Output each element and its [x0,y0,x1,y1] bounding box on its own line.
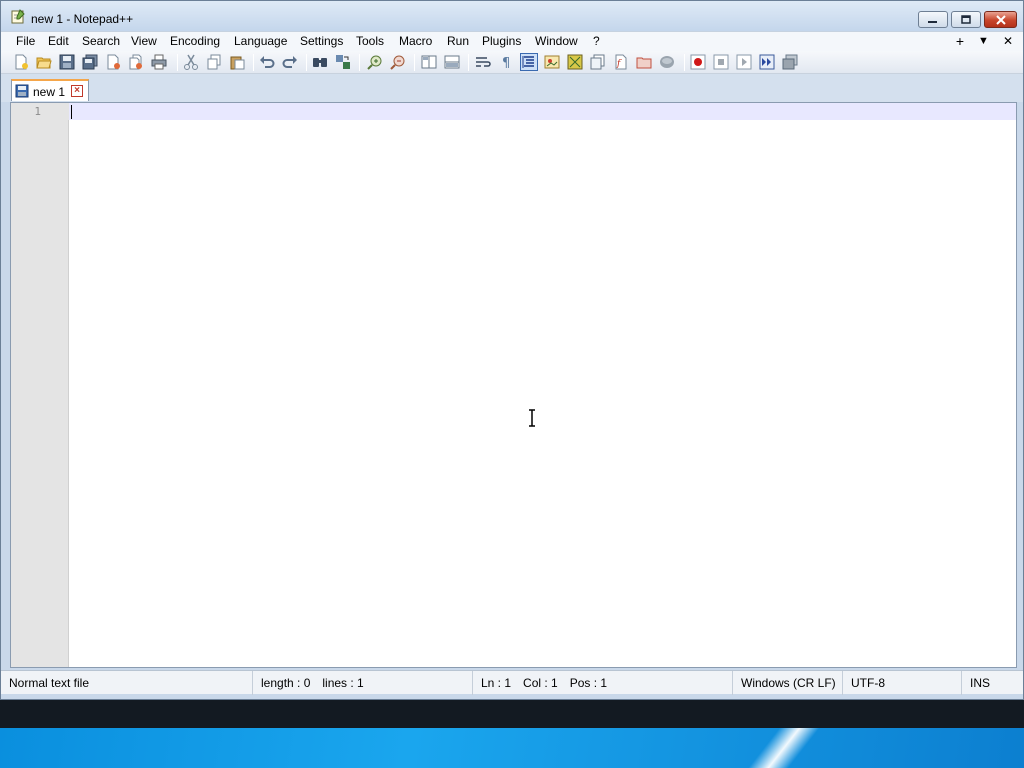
menu-tools[interactable]: Tools [354,34,386,48]
minimize-button[interactable] [918,11,948,28]
folder-workspace-icon[interactable]: f [613,54,629,70]
new-file-icon[interactable] [13,54,29,70]
toolbar-separator [684,54,685,71]
replace-icon[interactable] [335,54,351,70]
menu-window[interactable]: Window [533,34,580,48]
tab-bar: new 1 × [1,74,1023,102]
menu-view[interactable]: View [129,34,159,48]
close-button[interactable] [984,11,1017,28]
zoom-in-icon[interactable] [367,54,383,70]
word-wrap-icon[interactable] [475,54,491,70]
toolbar-separator [253,54,254,71]
show-all-chars-icon[interactable]: ¶ [498,54,514,70]
menu-encoding[interactable]: Encoding [168,34,222,48]
save-icon[interactable] [59,54,75,70]
function-list-icon[interactable] [590,54,606,70]
stop-record-icon[interactable] [713,54,729,70]
sync-vertical-icon[interactable] [421,54,437,70]
menu-edit[interactable]: Edit [46,34,71,48]
title-bar[interactable]: new 1 - Notepad++ [1,1,1023,31]
svg-text:¶: ¶ [502,56,510,70]
copy-icon[interactable] [206,54,222,70]
toolbar: ¶ f [1,51,1023,74]
toolbar-separator [414,54,415,71]
menu-search[interactable]: Search [80,34,122,48]
notepad-window: new 1 - Notepad++ File Edit Search View … [0,0,1024,700]
menu-macro[interactable]: Macro [397,34,434,48]
record-macro-icon[interactable] [690,54,706,70]
status-length-lines: length : 0 lines : 1 [253,671,473,695]
save-all-icon[interactable] [82,54,98,70]
cut-icon[interactable] [183,54,199,70]
toolbar-separator [468,54,469,71]
toolbar-separator [359,54,360,71]
close-file-icon[interactable] [105,54,121,70]
menu-plugins[interactable]: Plugins [480,34,523,48]
menu-run[interactable]: Run [445,34,471,48]
window-title: new 1 - Notepad++ [31,12,134,26]
status-eol[interactable]: Windows (CR LF) [733,671,843,695]
paste-icon[interactable] [229,54,245,70]
menu-file[interactable]: File [14,34,37,48]
status-col: Col : 1 [523,676,558,690]
maximize-icon [961,14,971,24]
undo-icon[interactable] [259,54,275,70]
minimize-icon [928,20,937,23]
open-file-icon[interactable] [36,54,52,70]
find-icon[interactable] [312,54,328,70]
status-file-type: Normal text file [1,671,253,695]
current-line-highlight [11,103,1016,120]
line-number: 1 [34,105,41,118]
print-icon[interactable] [151,54,167,70]
menu-right-controls: + ▼ ✕ [956,33,1013,49]
redo-icon[interactable] [282,54,298,70]
status-length: length : 0 [261,676,311,690]
save-macro-icon[interactable] [782,54,798,70]
taskbar [0,700,1024,728]
close-icon: × [74,85,80,96]
desktop-light-streak [732,728,828,768]
tab-new-1[interactable]: new 1 × [11,79,89,101]
status-insert-mode[interactable]: INS [962,671,1023,695]
sync-horizontal-icon[interactable] [444,54,460,70]
status-position: Ln : 1 Col : 1 Pos : 1 [473,671,733,695]
user-language-icon[interactable] [544,54,560,70]
close-document-button[interactable]: ✕ [1003,33,1013,49]
status-bar: Normal text file length : 0 lines : 1 Ln … [1,670,1023,695]
editor-area[interactable]: 1 [10,102,1017,668]
menu-language[interactable]: Language [232,34,289,48]
status-lines: lines : 1 [322,676,364,690]
new-tab-button[interactable]: + [956,33,964,49]
save-icon [15,84,29,98]
document-map-icon[interactable] [567,54,583,70]
notepad-icon [11,9,25,24]
toolbar-separator [177,54,178,71]
toolbar-separator [306,54,307,71]
status-ln: Ln : 1 [481,676,512,690]
status-pos: Pos : 1 [569,676,608,690]
zoom-out-icon[interactable] [390,54,406,70]
text-caret [71,105,72,119]
line-number-gutter: 1 [11,103,69,667]
run-macro-multiple-icon[interactable] [759,54,775,70]
indent-guide-icon[interactable] [520,53,538,71]
menu-settings[interactable]: Settings [298,34,345,48]
desktop-background [0,728,1024,768]
text-cursor-icon [529,409,535,427]
monitoring-icon[interactable] [659,54,675,70]
status-encoding[interactable]: UTF-8 [843,671,962,695]
tab-list-button[interactable]: ▼ [978,33,989,49]
tab-label: new 1 [33,85,66,99]
folder-icon[interactable] [636,54,652,70]
menu-bar: File Edit Search View Encoding Language … [1,31,1023,51]
maximize-button[interactable] [951,11,981,28]
playback-icon[interactable] [736,54,752,70]
close-all-icon[interactable] [128,54,144,70]
menu-help[interactable]: ? [591,34,602,48]
tab-close-button[interactable]: × [71,85,83,97]
close-icon [995,14,1006,25]
